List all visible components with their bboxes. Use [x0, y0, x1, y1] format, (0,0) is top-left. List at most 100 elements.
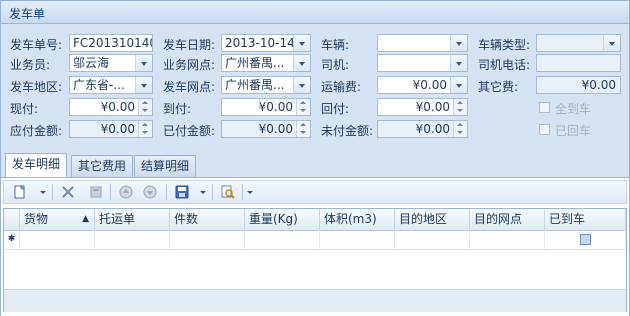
col-weight-label: 重量(Kg) — [249, 212, 298, 226]
col-goods-label: 货物 — [24, 212, 49, 226]
toolbar-separator — [212, 184, 213, 200]
col-header-pieces[interactable]: 件数 — [170, 209, 245, 230]
region-label: 发车地区: — [10, 80, 63, 94]
tab-strip: 发车明细 其它费用 结算明细 — [1, 153, 629, 177]
col-header-goods[interactable]: 货物 ▲ — [20, 209, 95, 230]
outlet-select[interactable]: 广州番禺... — [221, 54, 311, 72]
toolbar-overflow-arrow[interactable] — [247, 191, 253, 194]
new-icon[interactable] — [12, 184, 28, 200]
salesman-dropdown-button[interactable] — [135, 55, 152, 71]
down-icon[interactable] — [142, 184, 158, 200]
depart-outlet-label: 发车网点: — [163, 80, 216, 94]
grid-toolbar — [3, 180, 627, 204]
row-indicator-header — [4, 209, 20, 230]
new-dropdown-arrow[interactable] — [40, 191, 46, 194]
vehicle-type-label: 车辆类型: — [478, 38, 531, 52]
table-cell[interactable] — [95, 230, 170, 249]
vehicle-dropdown-button[interactable] — [450, 35, 467, 51]
returned-checkbox[interactable] — [539, 124, 550, 135]
table-cell[interactable] — [470, 230, 545, 249]
unpaid-label: 未付金额: — [321, 124, 374, 138]
other-fee-label: 其它费: — [478, 80, 519, 94]
vehicle-select[interactable] — [377, 34, 468, 52]
table-cell[interactable] — [395, 230, 470, 249]
payable-label: 应付金额: — [10, 124, 63, 138]
arrived-all-checkbox[interactable] — [539, 102, 550, 113]
tab-shipment-details[interactable]: 发车明细 — [5, 153, 68, 177]
table-cell[interactable] — [170, 230, 245, 249]
returned-label: 已回车 — [555, 124, 592, 138]
driver-select[interactable] — [377, 54, 468, 72]
date-dropdown-button[interactable] — [293, 35, 310, 51]
arrival-pay-field[interactable]: ¥0.00 — [221, 98, 311, 116]
cash-pay-label: 现付: — [10, 102, 39, 116]
arrival-pay-spinner[interactable] — [296, 99, 310, 115]
salesman-select[interactable]: 邬云海 — [69, 54, 153, 72]
return-pay-field[interactable]: ¥0.00 — [377, 98, 468, 116]
outlet-value: 广州番禺... — [225, 56, 285, 70]
window-title: 发车单 — [9, 7, 46, 21]
paid-field[interactable]: ¥0.00 — [221, 120, 311, 138]
date-picker[interactable]: 2013-10-14 — [221, 34, 311, 52]
col-header-dest-region[interactable]: 目的地区 — [395, 209, 470, 230]
cash-pay-field[interactable]: ¥0.00 — [69, 98, 153, 116]
col-header-arrived[interactable]: 已到车 — [545, 209, 626, 230]
region-select[interactable]: 广东省-... — [69, 76, 153, 94]
unpaid-spinner[interactable] — [453, 121, 467, 137]
cash-pay-value: ¥0.00 — [100, 100, 135, 114]
payable-field[interactable]: ¥0.00 — [69, 120, 153, 138]
new-item-row[interactable]: ✱ — [4, 230, 626, 250]
depart-outlet-dropdown-button[interactable] — [293, 77, 310, 93]
freight-label: 运输费: — [321, 80, 362, 94]
arrived-cell-checkbox[interactable] — [580, 234, 591, 245]
region-dropdown-button[interactable] — [135, 77, 152, 93]
col-header-volume[interactable]: 体积(m3) — [320, 209, 395, 230]
tab-shipment-details-label: 发车明细 — [12, 157, 61, 171]
driver-label: 司机: — [321, 58, 350, 72]
depart-outlet-select[interactable]: 广州番禺... — [221, 76, 311, 94]
col-header-waybill[interactable]: 托运单 — [95, 209, 170, 230]
delete-icon[interactable] — [60, 184, 76, 200]
search-icon[interactable] — [220, 184, 236, 200]
salesman-label: 业务员: — [10, 58, 51, 72]
driver-dropdown-button[interactable] — [450, 55, 467, 71]
other-fee-field[interactable]: ¥0.00 — [536, 76, 621, 94]
tab-settlement[interactable]: 结算明细 — [134, 155, 197, 177]
vehicle-type-dropdown-button[interactable] — [603, 35, 620, 51]
new-row-indicator: ✱ — [4, 230, 20, 249]
outlet-label: 业务网点: — [163, 58, 216, 72]
up-icon[interactable] — [118, 184, 134, 200]
depart-outlet-value: 广州番禺... — [225, 78, 285, 92]
col-volume-label: 体积(m3) — [324, 212, 377, 226]
disabled-icon[interactable] — [88, 184, 104, 200]
driver-phone-field[interactable] — [536, 54, 621, 72]
table-cell[interactable] — [20, 230, 95, 249]
save-dropdown-arrow[interactable] — [200, 191, 206, 194]
driver-phone-label: 司机电话: — [478, 58, 531, 72]
tab-other-fees[interactable]: 其它费用 — [71, 155, 134, 177]
col-header-dest-outlet[interactable]: 目的网点 — [470, 209, 545, 230]
cash-pay-spinner[interactable] — [138, 99, 152, 115]
freight-dropdown-button[interactable] — [450, 77, 467, 93]
outlet-dropdown-button[interactable] — [293, 55, 310, 71]
arrived-cell[interactable] — [545, 230, 626, 249]
bill-no-field[interactable]: FC201310140 — [69, 34, 153, 52]
sort-asc-icon: ▲ — [82, 214, 89, 224]
col-pieces-label: 件数 — [174, 212, 199, 226]
tab-other-fees-label: 其它费用 — [78, 159, 127, 173]
table-cell[interactable] — [245, 230, 320, 249]
return-pay-spinner[interactable] — [453, 99, 467, 115]
unpaid-value: ¥0.00 — [415, 122, 450, 136]
details-panel: 货物 ▲ 托运单 件数 重量(Kg) 体积(m3) 目的地区 目的网点 已到车 … — [1, 177, 629, 316]
save-icon[interactable] — [174, 184, 190, 200]
toolbar-separator — [166, 184, 167, 200]
paid-spinner[interactable] — [296, 121, 310, 137]
col-waybill-label: 托运单 — [99, 212, 136, 226]
salesman-value: 邬云海 — [73, 56, 110, 70]
unpaid-field[interactable]: ¥0.00 — [377, 120, 468, 138]
col-header-weight[interactable]: 重量(Kg) — [245, 209, 320, 230]
vehicle-type-select[interactable] — [536, 34, 621, 52]
freight-field[interactable]: ¥0.00 — [377, 76, 468, 94]
payable-spinner[interactable] — [138, 121, 152, 137]
table-cell[interactable] — [320, 230, 395, 249]
